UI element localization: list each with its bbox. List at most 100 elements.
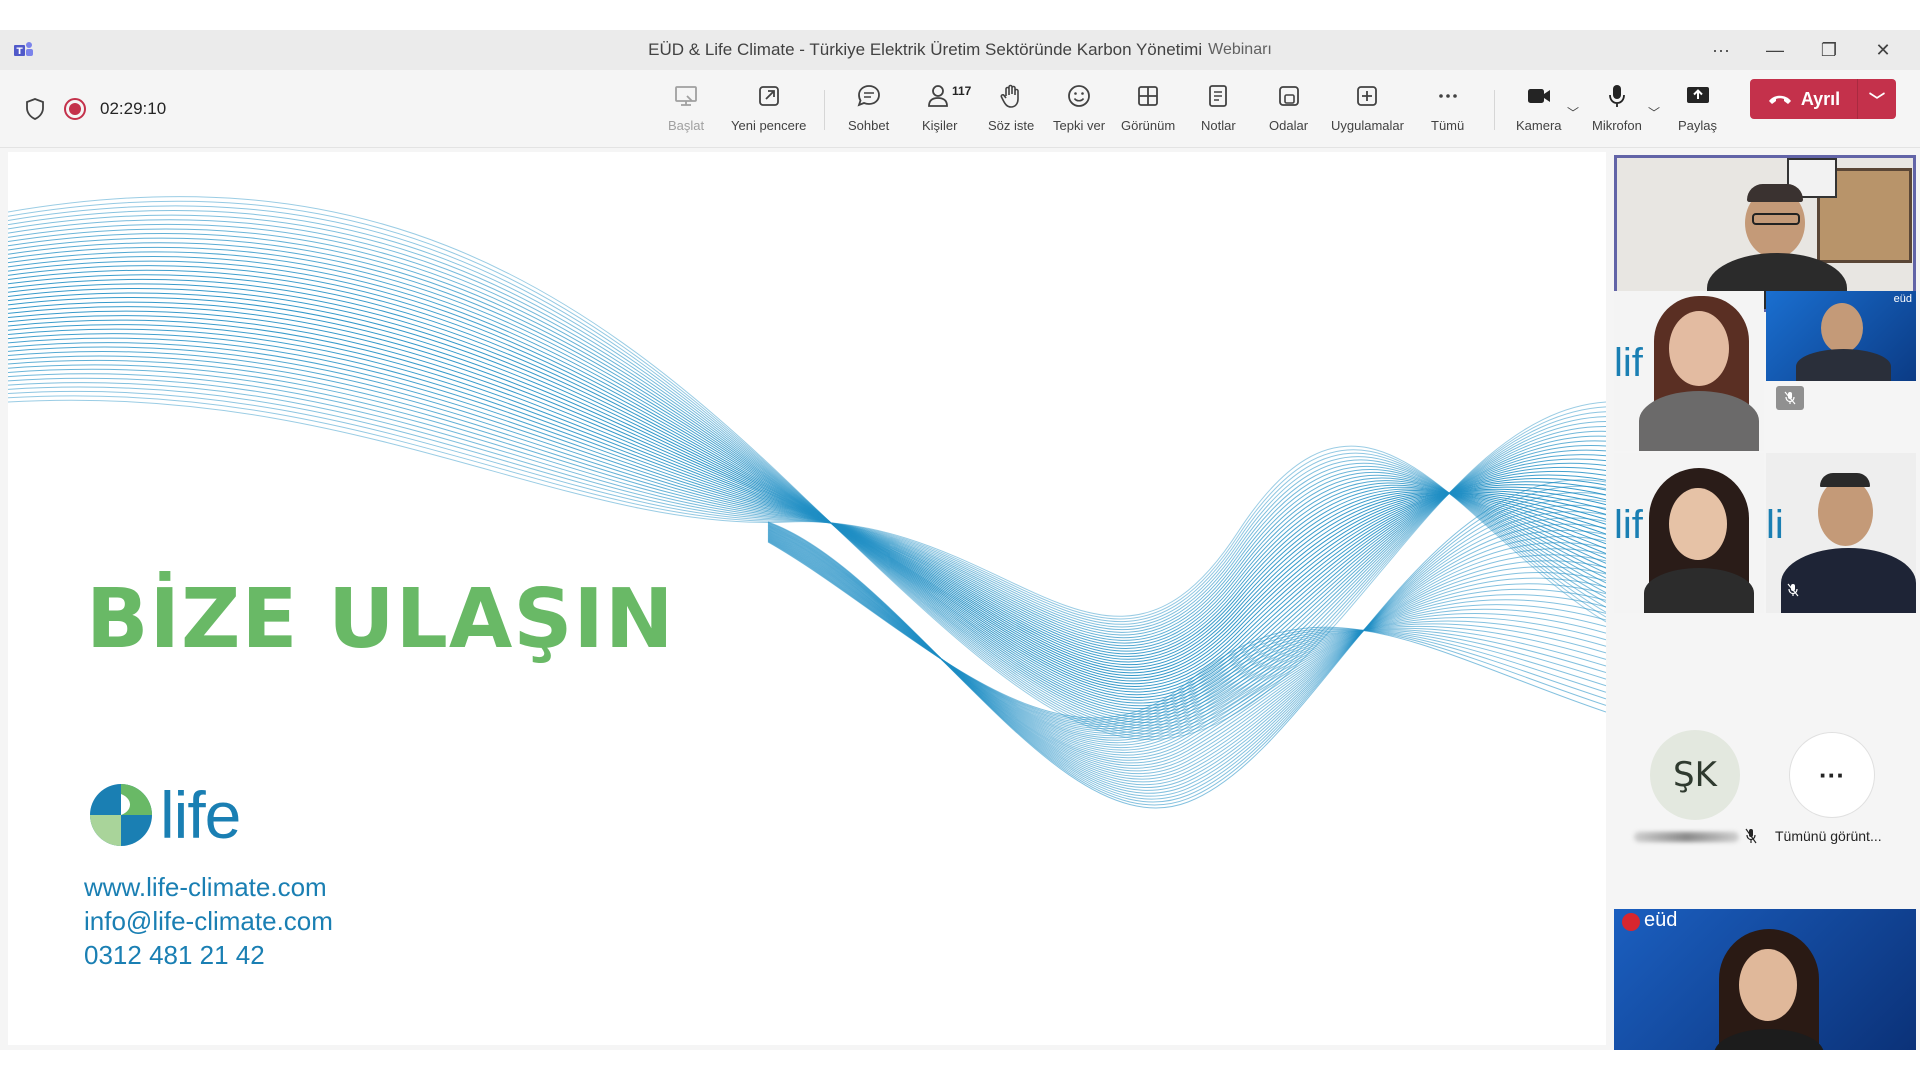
notes-label: Notlar bbox=[1201, 118, 1236, 133]
people-label: Kişiler bbox=[922, 118, 958, 133]
microphone-label: Mikrofon bbox=[1592, 118, 1642, 133]
shared-content-stage: BİZE ULAŞIN life www.life-climate.com in… bbox=[8, 152, 1606, 1045]
present-button[interactable]: Başlat bbox=[668, 78, 704, 140]
meeting-status: 02:29:10 bbox=[24, 70, 166, 148]
eud-logo-mark-icon bbox=[1622, 913, 1640, 931]
participant-video-tile[interactable]: eüd bbox=[1766, 291, 1916, 451]
participant-rail: lif eüd lif li ŞK ··· Tümünü görünt... e… bbox=[1612, 152, 1920, 1080]
participant-video-tile[interactable]: lif bbox=[1614, 453, 1764, 613]
microphone-button[interactable]: Mikrofon bbox=[1592, 78, 1642, 140]
meeting-title: EÜD & Life Climate - Türkiye Elektrik Ür… bbox=[648, 40, 1203, 59]
more-button[interactable]: Tümü bbox=[1431, 78, 1464, 140]
restore-icon[interactable]: ❐ bbox=[1802, 30, 1856, 70]
people-icon bbox=[927, 85, 948, 107]
chat-icon bbox=[857, 85, 880, 107]
camera-label: Kamera bbox=[1516, 118, 1562, 133]
window-title: EÜD & Life Climate - Türkiye Elektrik Ür… bbox=[0, 30, 1920, 70]
chat-button[interactable]: Sohbet bbox=[848, 78, 889, 140]
minimize-icon[interactable]: — bbox=[1748, 30, 1802, 70]
participant-face bbox=[1739, 949, 1797, 1021]
view-button[interactable]: Görünüm bbox=[1121, 78, 1175, 140]
meeting-timer: 02:29:10 bbox=[100, 99, 167, 118]
toolbar-divider bbox=[824, 90, 825, 130]
smiley-icon bbox=[1068, 85, 1090, 107]
leave-button-group: Ayrıl ﹀ bbox=[1750, 79, 1896, 119]
meeting-subtitle: Webinarı bbox=[1208, 41, 1272, 58]
participant-count-badge: 117 bbox=[952, 84, 972, 98]
react-label: Tepki ver bbox=[1053, 118, 1106, 133]
participant-video-tile[interactable]: lif bbox=[1614, 291, 1764, 451]
participant-body bbox=[1781, 548, 1916, 613]
new-window-button[interactable]: Yeni pencere bbox=[731, 78, 806, 140]
new-window-label: Yeni pencere bbox=[731, 118, 807, 133]
camera-options-chevron-icon[interactable]: ﹀ bbox=[1567, 104, 1579, 121]
add-app-icon bbox=[1357, 86, 1378, 106]
tile-background-logo: li bbox=[1766, 503, 1784, 547]
participant-face bbox=[1818, 478, 1873, 546]
pop-out-icon bbox=[758, 86, 779, 106]
tile-background-logo: lif bbox=[1614, 503, 1643, 547]
notes-button[interactable]: Notlar bbox=[1201, 78, 1236, 140]
microphone-icon bbox=[1609, 85, 1625, 107]
title-bar: T EÜD & Life Climate - Türkiye Elektrik … bbox=[0, 30, 1920, 70]
raise-hand-button[interactable]: Söz iste bbox=[988, 78, 1034, 140]
recording-indicator-icon bbox=[64, 98, 86, 120]
microphone-options-chevron-icon[interactable]: ﹀ bbox=[1648, 104, 1660, 121]
present-label: Başlat bbox=[668, 118, 705, 133]
life-logo: life bbox=[88, 777, 241, 853]
share-button[interactable]: Paylaş bbox=[1678, 78, 1717, 140]
rooms-label: Odalar bbox=[1269, 118, 1309, 133]
shield-icon[interactable] bbox=[24, 97, 46, 121]
tile-background-logo: lif bbox=[1614, 341, 1643, 385]
page-bottom-margin bbox=[0, 1050, 1920, 1080]
contact-block: www.life-climate.com info@life-climate.c… bbox=[84, 870, 333, 972]
share-label: Paylaş bbox=[1678, 118, 1718, 133]
toolbar-divider bbox=[1494, 90, 1495, 130]
participant-face bbox=[1669, 488, 1727, 560]
window-controls: ··· — ❐ ✕ bbox=[1694, 30, 1910, 70]
tile-eud-logo: eüd bbox=[1893, 293, 1912, 305]
rooms-button[interactable]: Odalar bbox=[1269, 78, 1308, 140]
notes-icon bbox=[1209, 85, 1228, 107]
participant-face bbox=[1669, 311, 1729, 386]
glasses bbox=[1752, 213, 1800, 225]
slide-title: BİZE ULAŞIN bbox=[86, 572, 675, 667]
meeting-toolbar: 02:29:10 Başlat Yeni pencere Sohbet 117 … bbox=[0, 70, 1920, 148]
participant-video-tile-active[interactable] bbox=[1614, 155, 1916, 312]
apps-label: Uygulamalar bbox=[1331, 118, 1404, 133]
camera-button[interactable]: Kamera bbox=[1516, 78, 1562, 140]
teams-meeting-window: T EÜD & Life Climate - Türkiye Elektrik … bbox=[0, 30, 1920, 1080]
website-text: www.life-climate.com bbox=[84, 872, 327, 902]
participant-video-tile[interactable]: li bbox=[1766, 453, 1916, 613]
muted-mic-icon bbox=[1745, 828, 1757, 844]
raise-hand-icon bbox=[1000, 84, 1019, 108]
life-logo-mark-icon bbox=[90, 784, 152, 846]
leave-label: Ayrıl bbox=[1800, 88, 1841, 109]
people-button[interactable]: 117 Kişiler bbox=[922, 78, 971, 140]
more-label: Tümü bbox=[1431, 118, 1465, 133]
see-all-participants-button[interactable]: ··· bbox=[1789, 732, 1875, 818]
participant-name-redacted bbox=[1634, 832, 1739, 842]
present-icon bbox=[675, 86, 697, 106]
grid-icon bbox=[1138, 86, 1158, 106]
participant-body bbox=[1796, 349, 1891, 384]
rooms-icon bbox=[1278, 86, 1299, 106]
muted-mic-icon bbox=[1776, 386, 1804, 410]
share-icon bbox=[1686, 87, 1709, 103]
apps-button[interactable]: Uygulamalar bbox=[1331, 78, 1404, 140]
leave-options-chevron-icon[interactable]: ﹀ bbox=[1858, 79, 1896, 119]
react-button[interactable]: Tepki ver bbox=[1053, 78, 1105, 140]
close-icon[interactable]: ✕ bbox=[1856, 30, 1910, 70]
more-icon bbox=[1438, 94, 1457, 98]
leave-button[interactable]: Ayrıl bbox=[1750, 79, 1858, 119]
participant-body bbox=[1639, 391, 1759, 451]
chat-label: Sohbet bbox=[848, 118, 890, 133]
view-label: Görünüm bbox=[1121, 118, 1176, 133]
participant-hair bbox=[1820, 473, 1870, 487]
see-all-label[interactable]: Tümünü görünt... bbox=[1775, 828, 1882, 844]
window-more-icon[interactable]: ··· bbox=[1694, 30, 1748, 70]
phone-text: 0312 481 21 42 bbox=[84, 940, 265, 970]
participant-hair bbox=[1747, 184, 1803, 202]
participant-face bbox=[1821, 303, 1863, 353]
participant-avatar[interactable]: ŞK bbox=[1650, 730, 1740, 820]
